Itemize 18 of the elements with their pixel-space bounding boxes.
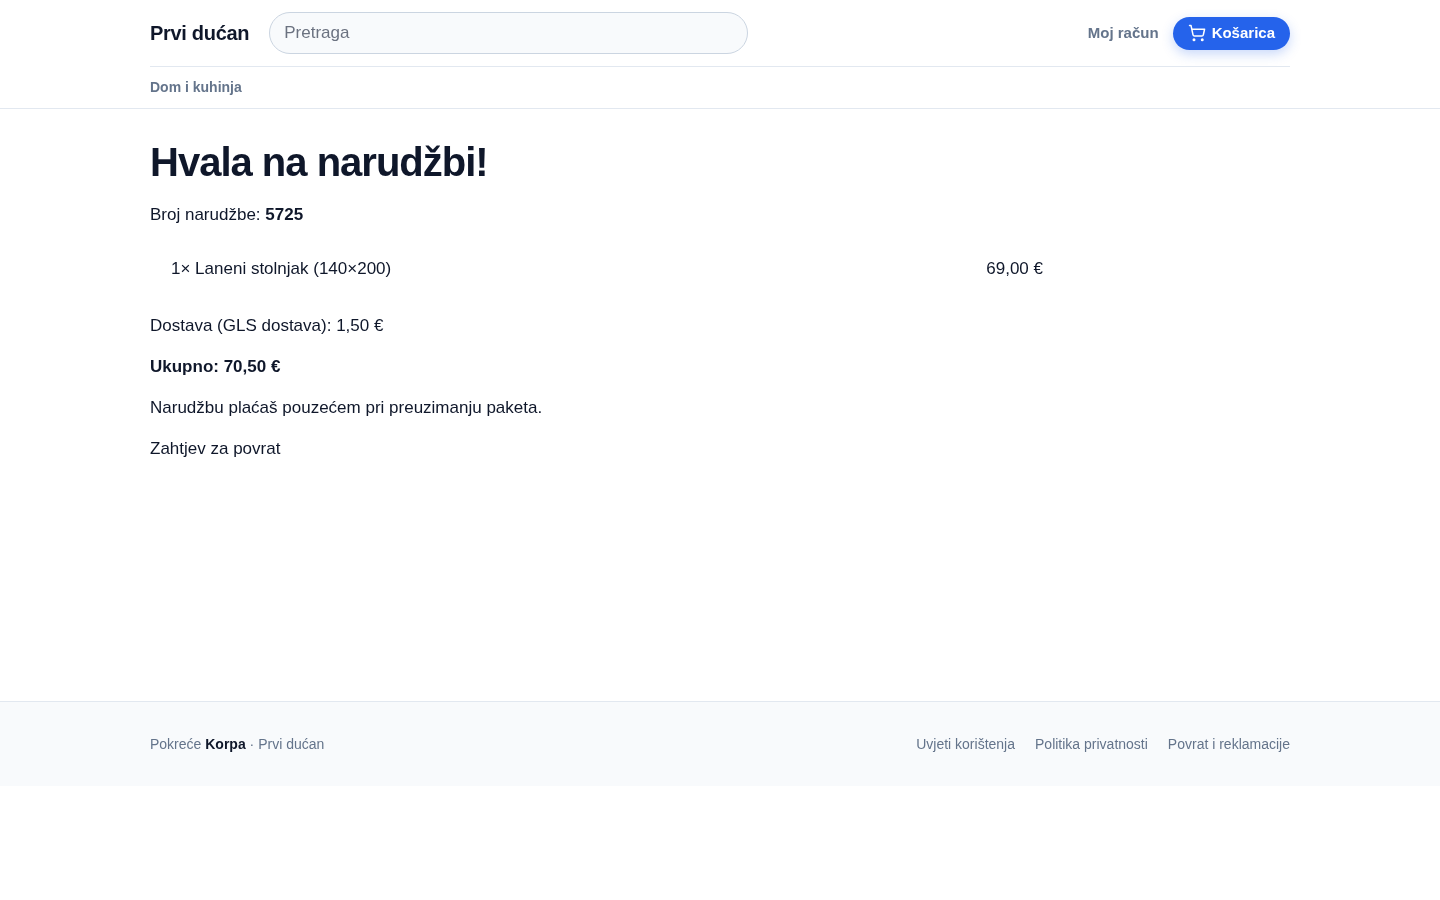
- payment-note: Narudžbu plaćaš pouzećem pri preuzimanju paketa.: [150, 397, 544, 419]
- cart-button[interactable]: Košarica: [1172, 16, 1290, 50]
- return-request-link[interactable]: Zahtjev za povrat: [150, 439, 281, 458]
- footer-link[interactable]: Uvjeti korištenja: [916, 733, 1015, 755]
- cart-icon: [1187, 24, 1206, 42]
- order-item-price: 69,00 €: [986, 258, 1043, 280]
- footer-link[interactable]: Povrat i reklamacije: [1167, 733, 1290, 755]
- page-title: Hvala na narudžbi!: [150, 139, 489, 186]
- search-field[interactable]: Pretraga: [269, 12, 749, 54]
- footer-link[interactable]: Politika privatnosti: [1035, 733, 1148, 755]
- category-link[interactable]: Dom i kuhinja: [150, 77, 242, 98]
- order-item-name: 1× Laneni stolnjak (140×200): [171, 258, 392, 280]
- account-link[interactable]: Moj račun: [1087, 21, 1159, 45]
- store-logo[interactable]: Prvi dućan: [150, 18, 250, 48]
- shipping-text: Dostava (GLS dostava): 1,50 €: [150, 315, 385, 337]
- order-number-text: Broj narudžbe: 5725: [150, 204, 305, 226]
- total-text: Ukupno: 70,50 €: [150, 356, 282, 378]
- footer-credit: Pokreće Korpa · Prvi dućan: [150, 734, 325, 754]
